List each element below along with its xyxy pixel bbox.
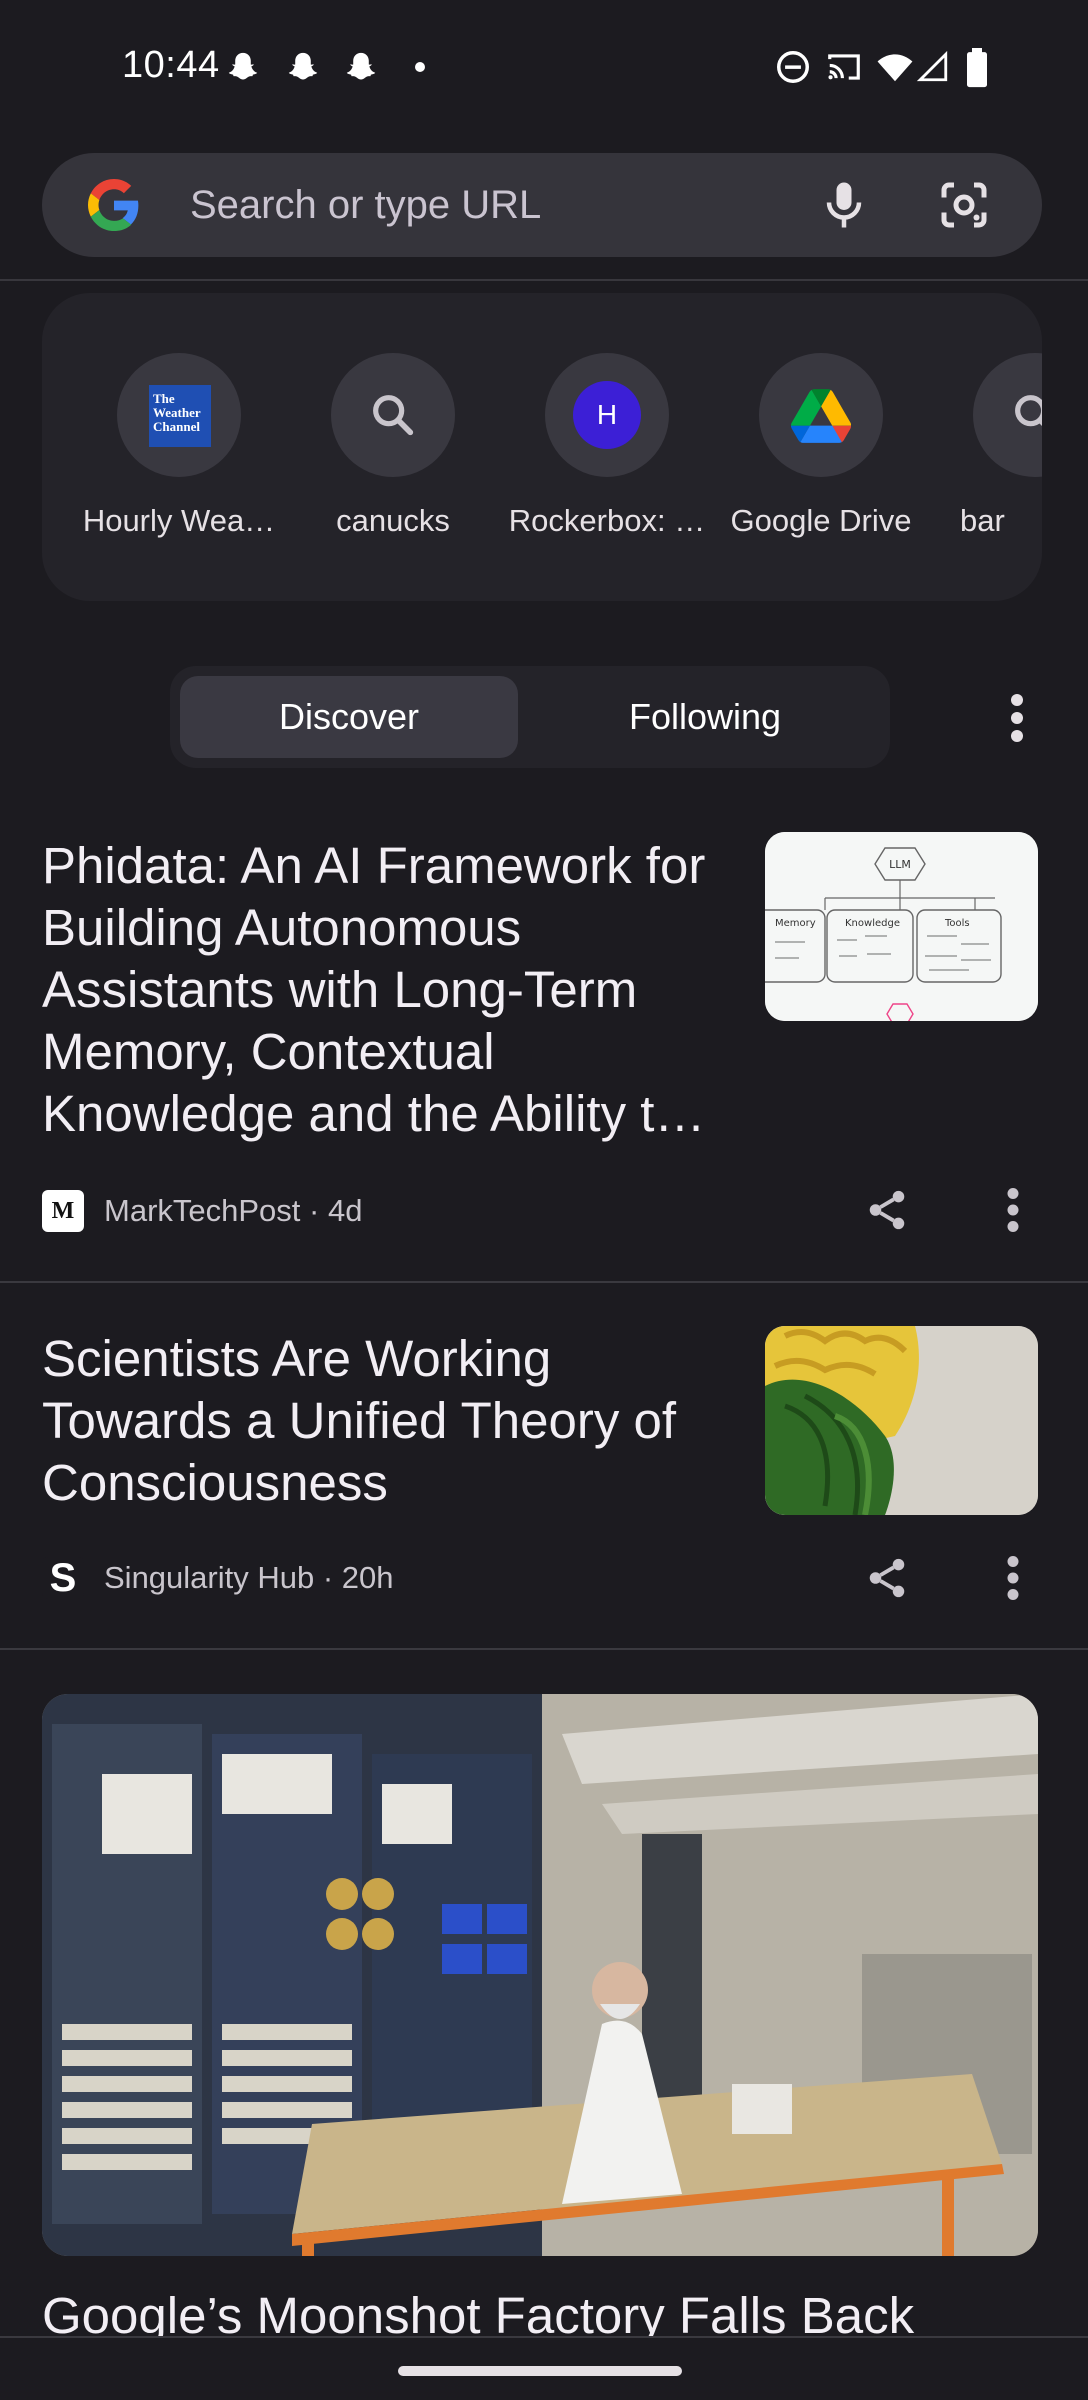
do-not-disturb-icon [777,51,809,83]
article-title[interactable]: Phidata: An AI Framework for Building Au… [42,835,722,1145]
share-icon[interactable] [864,1187,910,1233]
brain-plant-thumbnail-image [765,1326,1038,1515]
shortcut-label: Rockerbox: … [508,503,706,538]
article-source-row: M MarkTechPost · 4d [42,1189,362,1233]
shortcut-label: Google Drive [730,503,912,538]
battery-icon [967,48,987,88]
cast-icon [828,54,860,80]
article-source-row: S Singularity Hub · 20h [42,1556,394,1600]
wifi-icon [877,54,913,82]
singularity-hub-logo-icon: S [42,1556,84,1600]
tab-discover[interactable]: Discover [180,676,518,758]
toolbar-divider [0,279,1088,281]
article-divider [0,1648,1088,1650]
article-source: Singularity Hub · 20h [104,1560,394,1595]
diagram-memory-label: Memory [775,918,816,929]
google-g-logo-icon [88,179,139,231]
article-thumbnail[interactable] [765,1326,1038,1515]
diagram-tools-label: Tools [944,918,970,929]
weather-channel-logo-icon: The Weather Channel [149,385,211,447]
shortcut-canucks[interactable]: canucks [286,353,500,553]
google-lens-camera-icon[interactable] [934,175,994,235]
article-menu-icon[interactable] [1007,1556,1019,1600]
feed-menu-icon[interactable] [1011,694,1023,742]
shortcut-hourly-weather[interactable]: The Weather Channel Hourly Wea… [72,353,286,553]
search-icon [373,395,414,436]
snapchat-notification-icon [288,52,318,80]
shortcut-label: Hourly Wea… [82,503,276,538]
status-bar: 10:44 [0,0,1088,135]
more-notifications-dot-icon [415,62,425,72]
gesture-navigation-handle[interactable] [398,2366,682,2376]
diagram-llm-label: LLM [889,858,911,871]
workshop-photo-image [42,1694,1038,2256]
microphone-icon[interactable] [814,175,874,235]
search-input[interactable]: Search or type URL [190,183,541,228]
most-visited-shortcuts: The Weather Channel Hourly Wea… canucks … [42,293,1042,601]
shortcut-label: canucks [336,503,450,538]
search-icon [1015,395,1042,427]
snapchat-notification-icon [346,52,376,80]
omnibox-search-bar[interactable]: Search or type URL [42,153,1042,257]
marktechpost-logo-icon: M [42,1190,84,1232]
diagram-knowledge-label: Knowledge [845,918,900,929]
article-title[interactable]: Scientists Are Working Towards a Unified… [42,1328,722,1514]
navigation-bar-divider [0,2336,1088,2338]
feed-tab-switcher: Discover Following [170,666,890,768]
article-menu-icon[interactable] [1007,1188,1019,1232]
article-hero-image[interactable] [42,1694,1038,2256]
cell-signal-icon [916,50,948,82]
snapchat-notification-icon [228,52,258,80]
shortcut-bar[interactable]: bar [928,353,1042,553]
article-divider [0,1281,1088,1283]
tab-following[interactable]: Following [530,676,880,758]
letter-h-icon: H [573,381,641,449]
article-thumbnail[interactable]: LLM Memory Knowledge Tools [765,832,1038,1021]
article-source: MarkTechPost · 4d [104,1193,363,1228]
shortcut-google-drive[interactable]: Google Drive [714,353,928,553]
shortcut-label: bar [960,503,1005,538]
diagram-thumbnail-image: LLM Memory Knowledge Tools [765,832,1038,1021]
shortcut-rockerbox[interactable]: H Rockerbox: … [500,353,714,553]
share-icon[interactable] [864,1555,910,1601]
google-drive-logo-icon [791,389,851,443]
status-time: 10:44 [122,44,220,86]
